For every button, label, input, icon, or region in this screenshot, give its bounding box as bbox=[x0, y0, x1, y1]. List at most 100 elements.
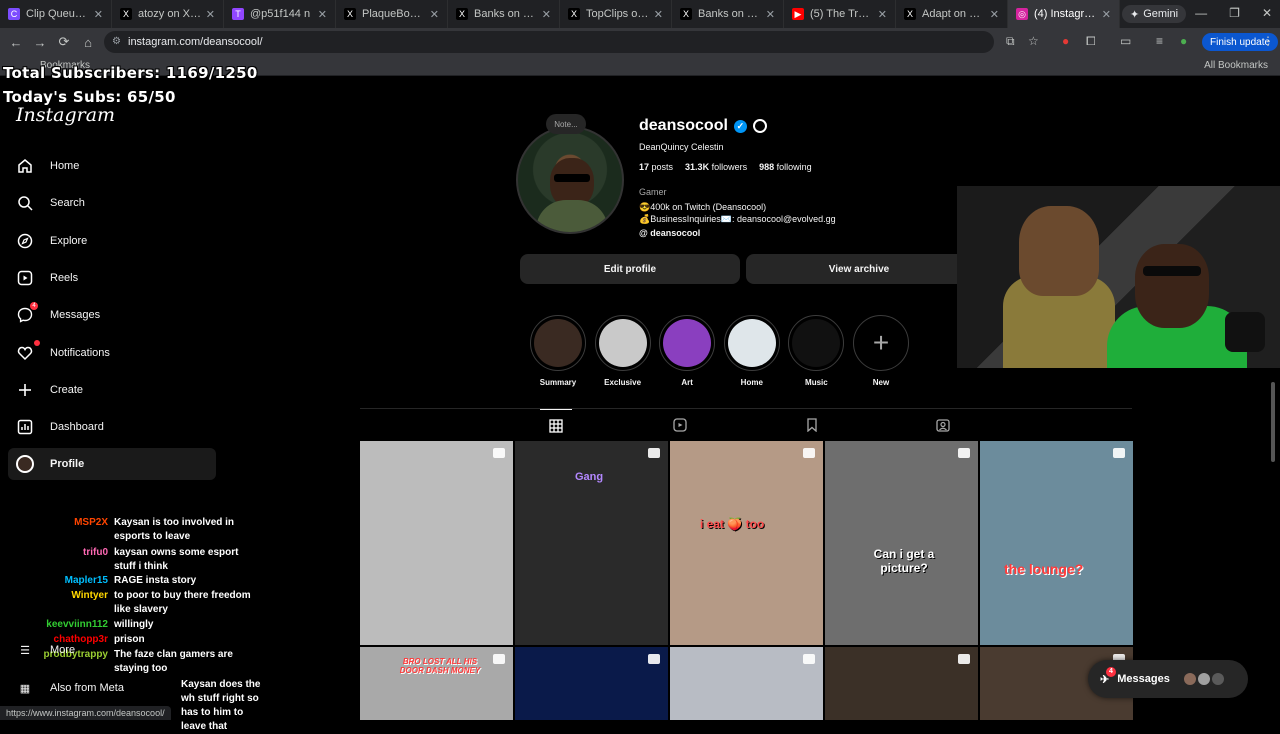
story-highlight[interactable]: Summary bbox=[526, 315, 590, 387]
following-count[interactable]: 988 following bbox=[759, 162, 812, 172]
post-thumbnail[interactable] bbox=[360, 441, 513, 645]
chat-message: Mapler15 RAGE insta story bbox=[36, 574, 272, 588]
followers-count[interactable]: 31.3K followers bbox=[685, 162, 747, 172]
chat-message: Wintyer to poor to buy there freedom like… bbox=[36, 589, 272, 617]
post-thumbnail[interactable]: the lounge? bbox=[980, 441, 1133, 645]
conversation-avatars bbox=[1183, 673, 1224, 685]
window-controls: — ❐ ✕ bbox=[1195, 6, 1272, 20]
post-thumbnail[interactable] bbox=[825, 647, 978, 720]
browser-tab[interactable]: XPlaqueBoyMaxU✕ bbox=[336, 0, 448, 28]
minimize-button[interactable]: — bbox=[1195, 6, 1207, 20]
url-text: instagram.com/deansocool/ bbox=[128, 36, 263, 48]
home-icon bbox=[16, 157, 34, 175]
sidebar-item-more[interactable]: ☰ More bbox=[8, 634, 216, 666]
tagged-icon bbox=[936, 419, 950, 432]
browser-tab[interactable]: T @p51f144 n ✕ bbox=[224, 0, 336, 28]
home-button[interactable]: ⌂ bbox=[76, 35, 100, 50]
profile-username-row: deansocool ✓ bbox=[639, 117, 767, 135]
tab-close-icon[interactable]: ✕ bbox=[766, 8, 775, 21]
sidebar-item-profile[interactable]: Profile bbox=[8, 448, 216, 481]
profile-avatar[interactable] bbox=[516, 126, 624, 234]
bio-line: 💰BusinessInquiries✉️: deansocool@evolved… bbox=[639, 214, 836, 224]
browser-tab[interactable]: XAdapt on X: "Let✕ bbox=[896, 0, 1008, 28]
split-view-icon[interactable]: ▭ bbox=[1120, 34, 1131, 48]
post-thumbnail[interactable]: BRO LOST ALL HIS DOOR DASH MONEY bbox=[360, 647, 513, 720]
close-window-button[interactable]: ✕ bbox=[1262, 6, 1272, 20]
browser-tab[interactable]: Xatozy on X: "Thi✕ bbox=[112, 0, 224, 28]
site-info-icon[interactable]: ⚙ bbox=[112, 36, 121, 47]
tab-close-icon[interactable]: ✕ bbox=[878, 8, 887, 21]
tab-close-icon[interactable]: ✕ bbox=[318, 8, 327, 21]
tab-close-icon[interactable]: ✕ bbox=[1102, 8, 1111, 21]
browser-tab[interactable]: XBanks on X: "I h✕ bbox=[448, 0, 560, 28]
tab-close-icon[interactable]: ✕ bbox=[206, 8, 215, 21]
note-bubble[interactable]: Note... bbox=[546, 114, 586, 134]
sidebar-item-meta[interactable]: ▦ Also from Meta bbox=[8, 672, 216, 704]
story-highlight[interactable]: Art bbox=[655, 315, 719, 387]
browser-tab[interactable]: CClip Queue - Op✕ bbox=[0, 0, 112, 28]
instagram-logo[interactable]: Instagram bbox=[16, 104, 115, 126]
tab-favicon-icon: T bbox=[232, 8, 244, 20]
tab-close-icon[interactable]: ✕ bbox=[654, 8, 663, 21]
extension-icon[interactable]: ● bbox=[1062, 34, 1069, 48]
all-bookmarks-button[interactable]: All Bookmarks bbox=[1204, 60, 1268, 71]
maximize-button[interactable]: ❐ bbox=[1229, 6, 1240, 20]
post-thumbnail[interactable] bbox=[515, 647, 668, 720]
extensions-icon[interactable]: ⧠ bbox=[1086, 34, 1096, 49]
settings-gear-icon[interactable] bbox=[752, 119, 767, 133]
url-bar[interactable]: ⚙ instagram.com/deansocool/ bbox=[104, 31, 994, 53]
back-button[interactable]: ← bbox=[4, 35, 28, 50]
tab-close-icon[interactable]: ✕ bbox=[990, 8, 999, 21]
sidebar-item-search[interactable]: Search bbox=[8, 187, 216, 219]
reload-button[interactable]: ⟳ bbox=[52, 34, 76, 50]
story-highlight[interactable]: + New bbox=[849, 315, 913, 387]
install-app-icon[interactable]: ⧉ bbox=[1006, 34, 1015, 49]
browser-menu-icon[interactable]: ⋮ bbox=[1262, 34, 1274, 48]
page-scrollbar[interactable] bbox=[1271, 82, 1277, 702]
threads-link[interactable]: @ deansocool bbox=[639, 228, 700, 238]
story-highlight[interactable]: Exclusive bbox=[591, 315, 655, 387]
tab-saved[interactable] bbox=[804, 417, 820, 433]
chat-username: keevviinn112 bbox=[46, 619, 108, 630]
bookmark-star-icon[interactable]: ☆ bbox=[1028, 34, 1039, 48]
plus-icon: + bbox=[857, 319, 905, 367]
browser-tab[interactable]: XTopClips on X: "✕ bbox=[560, 0, 672, 28]
tab-close-icon[interactable]: ✕ bbox=[94, 8, 103, 21]
sidebar-item-explore[interactable]: Explore bbox=[8, 225, 216, 257]
browser-tab[interactable]: ◎ (4) Instagram ✕ bbox=[1008, 0, 1120, 28]
browser-tab[interactable]: XBanks on X: "Ac✕ bbox=[672, 0, 784, 28]
edit-profile-button[interactable]: Edit profile bbox=[520, 254, 740, 284]
story-highlight[interactable]: Music bbox=[784, 315, 848, 387]
notification-badge: 4 bbox=[30, 302, 38, 311]
tab-posts[interactable] bbox=[540, 409, 572, 441]
tab-tagged[interactable] bbox=[935, 417, 951, 433]
sidebar-item-home[interactable]: Home bbox=[8, 150, 216, 182]
post-thumbnail[interactable]: i eat 🍑 too bbox=[670, 441, 823, 645]
gemini-button[interactable]: ✦ Gemini bbox=[1122, 5, 1187, 23]
tab-favicon-icon: X bbox=[904, 8, 916, 20]
sidebar-item-reels[interactable]: Reels bbox=[8, 262, 216, 294]
sidebar-item-create[interactable]: Create bbox=[8, 374, 216, 406]
reading-list-icon[interactable]: ≡ bbox=[1156, 34, 1163, 48]
chat-text: RAGE insta story bbox=[114, 575, 197, 586]
story-highlight[interactable]: Home bbox=[720, 315, 784, 387]
browser-tab[interactable]: ▶(5) The Truth Ab✕ bbox=[784, 0, 896, 28]
post-thumbnail[interactable]: Can i get a picture? bbox=[825, 441, 978, 645]
tab-close-icon[interactable]: ✕ bbox=[542, 8, 551, 21]
sidebar-item-messages[interactable]: Messages 4 bbox=[8, 299, 216, 331]
tab-favicon-icon: X bbox=[456, 8, 468, 20]
profile-avatar-icon[interactable]: ● bbox=[1180, 34, 1187, 48]
sidebar-item-dashboard[interactable]: Dashboard bbox=[8, 411, 216, 443]
tab-close-icon[interactable]: ✕ bbox=[430, 8, 439, 21]
view-archive-button[interactable]: View archive bbox=[746, 254, 972, 284]
tab-reels[interactable] bbox=[672, 417, 688, 433]
bio-line: 😎400k on Twitch (Deansocool) bbox=[639, 202, 767, 212]
sidebar-item-notifications[interactable]: Notifications bbox=[8, 337, 216, 369]
floating-messages-button[interactable]: ✈ 4 Messages bbox=[1088, 660, 1248, 698]
bookmark-icon bbox=[807, 418, 817, 432]
post-thumbnail[interactable]: Gang bbox=[515, 441, 668, 645]
reel-icon bbox=[1113, 448, 1125, 458]
post-thumbnail[interactable] bbox=[670, 647, 823, 720]
forward-button[interactable]: → bbox=[28, 35, 52, 50]
browser-tab-bar: CClip Queue - Op✕Xatozy on X: "Thi✕T@p51… bbox=[0, 0, 1280, 28]
